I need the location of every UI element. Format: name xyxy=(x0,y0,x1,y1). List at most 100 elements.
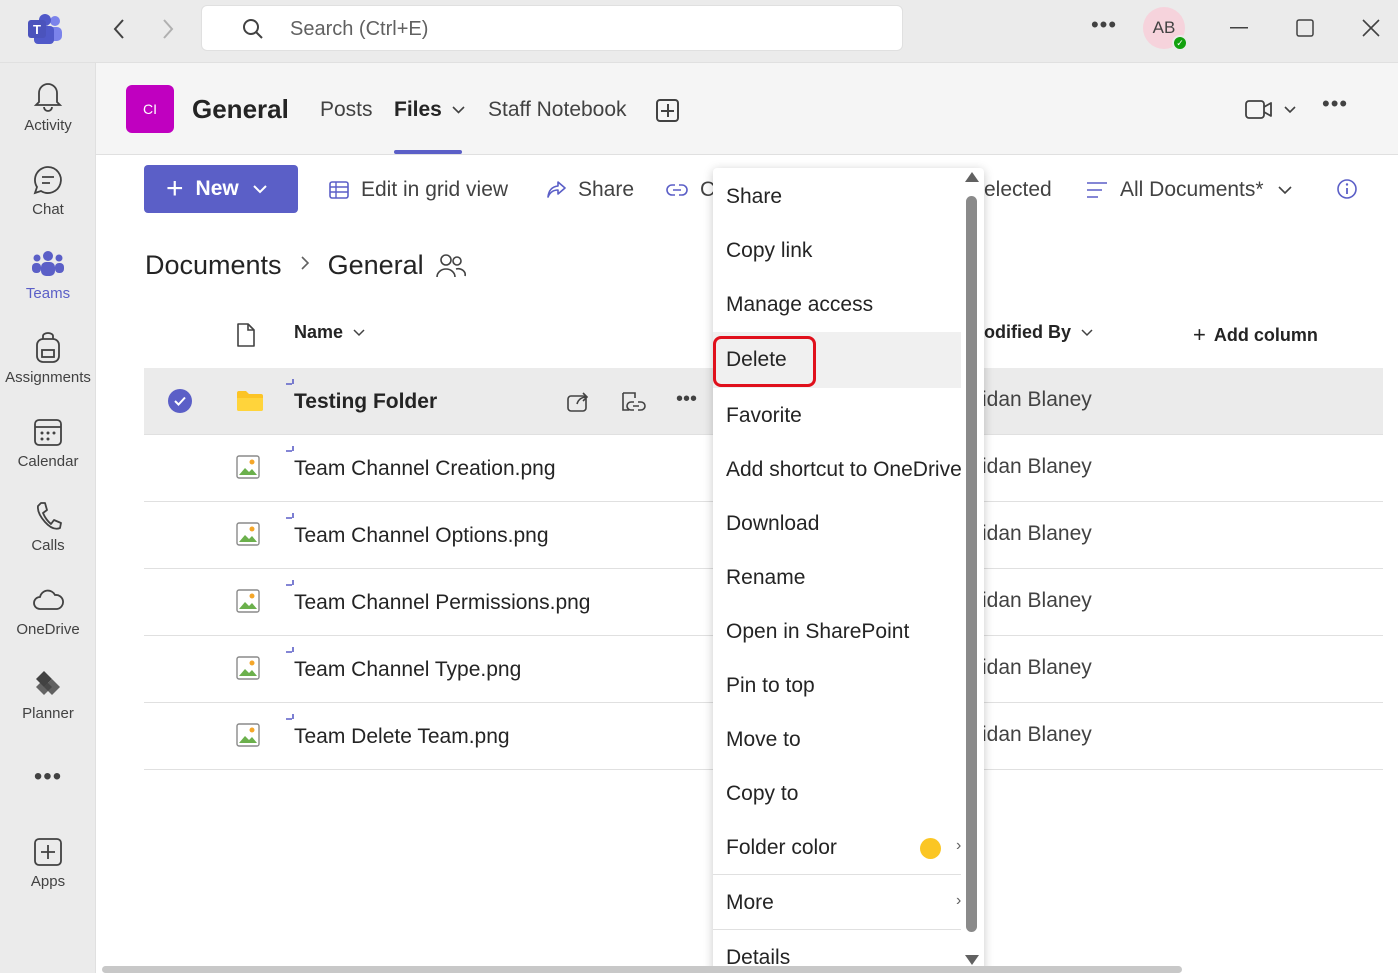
team-avatar[interactable]: CI xyxy=(126,85,174,133)
more-label: More xyxy=(726,891,774,914)
context-menu: Share Copy link Manage access Delete Fav… xyxy=(713,168,984,973)
rail-item-assignments[interactable]: Assignments xyxy=(0,329,96,407)
file-name[interactable]: Team Delete Team.png xyxy=(294,725,510,749)
rail-item-chat[interactable]: Chat xyxy=(0,161,96,239)
rail-item-planner[interactable]: Planner xyxy=(0,665,96,743)
new-button-label: New xyxy=(195,177,239,200)
modified-by: idan Blaney xyxy=(982,522,1092,545)
meet-button[interactable] xyxy=(1244,98,1302,127)
avatar[interactable]: AB ✓ xyxy=(1143,7,1188,51)
edit-grid-view-button[interactable]: Edit in grid view xyxy=(329,178,508,202)
search-box[interactable] xyxy=(201,5,903,51)
menu-item-copy-to[interactable]: Copy to xyxy=(713,767,961,821)
column-header-name[interactable]: Name xyxy=(294,322,365,343)
breadcrumb-general: General xyxy=(327,250,424,280)
menu-item-folder-color[interactable]: Folder color › xyxy=(713,821,961,875)
bell-icon xyxy=(31,79,65,113)
maximize-icon[interactable] xyxy=(1290,13,1320,43)
file-name[interactable]: Testing Folder xyxy=(294,390,437,414)
chevron-down-icon xyxy=(1277,185,1292,194)
svg-text:T: T xyxy=(33,22,41,37)
selected-count[interactable]: elected xyxy=(984,178,1052,202)
submenu-chevron-icon: › xyxy=(956,837,962,854)
add-tab-icon[interactable] xyxy=(656,99,679,122)
people-icon[interactable] xyxy=(435,252,466,280)
column-modified-by-label: odified By xyxy=(984,322,1072,342)
file-name[interactable]: Team Channel Options.png xyxy=(294,524,549,548)
image-file-icon xyxy=(236,723,260,752)
add-column-button[interactable]: + Add column xyxy=(1193,322,1318,348)
image-file-icon xyxy=(236,522,260,551)
menu-item-move-to[interactable]: Move to xyxy=(713,713,961,767)
rail-item-onedrive[interactable]: OneDrive xyxy=(0,581,96,659)
breadcrumb: Documents General xyxy=(145,250,466,281)
menu-item-share[interactable]: Share xyxy=(713,170,961,224)
share-button[interactable]: Share xyxy=(546,178,634,202)
rail-label: Planner xyxy=(22,705,74,722)
menu-item-download[interactable]: Download xyxy=(713,497,961,551)
back-icon[interactable] xyxy=(106,16,132,42)
backpack-icon xyxy=(31,331,65,365)
copy-link-button[interactable]: C xyxy=(666,178,715,202)
info-button[interactable] xyxy=(1336,178,1358,200)
app-rail: Activity Chat Teams Assignments Calendar… xyxy=(0,63,96,973)
copy-link-icon[interactable] xyxy=(620,390,646,419)
chevron-right-icon xyxy=(300,254,310,277)
tab-files-label: Files xyxy=(394,98,442,121)
menu-item-pin-to-top[interactable]: Pin to top xyxy=(713,659,961,713)
plus-icon: + xyxy=(166,172,184,205)
scroll-down-arrow-icon[interactable] xyxy=(965,955,979,965)
rail-item-teams[interactable]: Teams xyxy=(0,245,96,323)
tab-staff-notebook[interactable]: Staff Notebook xyxy=(488,98,627,122)
teams-logo-icon: T xyxy=(26,12,64,46)
menu-scrollbar-thumb[interactable] xyxy=(966,196,977,932)
minimize-icon[interactable] xyxy=(1224,13,1254,43)
file-name[interactable]: Team Channel Permissions.png xyxy=(294,591,590,615)
file-type-column-icon[interactable] xyxy=(236,322,256,348)
forward-icon[interactable] xyxy=(155,16,181,42)
menu-item-rename[interactable]: Rename xyxy=(713,551,961,605)
calendar-icon xyxy=(31,415,65,449)
view-selector[interactable]: All Documents* xyxy=(1086,178,1292,202)
menu-item-add-shortcut[interactable]: Add shortcut to OneDrive xyxy=(713,443,962,497)
rail-item-calendar[interactable]: Calendar xyxy=(0,413,96,491)
channel-more-icon[interactable]: ••• xyxy=(1322,91,1348,117)
menu-item-manage-access[interactable]: Manage access xyxy=(713,278,961,332)
tab-posts[interactable]: Posts xyxy=(320,98,373,122)
column-header-modified-by[interactable]: odified By xyxy=(984,322,1093,343)
menu-item-favorite[interactable]: Favorite xyxy=(713,389,961,443)
more-options-icon[interactable]: ••• xyxy=(1090,14,1118,42)
file-name[interactable]: Team Channel Type.png xyxy=(294,658,521,682)
checkmark-icon[interactable] xyxy=(168,389,192,413)
scroll-up-arrow-icon[interactable] xyxy=(965,172,979,182)
menu-item-copy-link[interactable]: Copy link xyxy=(713,224,961,278)
modified-by: idan Blaney xyxy=(982,589,1092,612)
view-label: All Documents* xyxy=(1120,178,1264,201)
rail-item-apps[interactable]: Apps xyxy=(0,833,96,911)
menu-item-open-in-sharepoint[interactable]: Open in SharePoint xyxy=(713,605,961,659)
rail-item-activity[interactable]: Activity xyxy=(0,77,96,155)
grid-icon xyxy=(329,181,349,199)
edit-grid-label: Edit in grid view xyxy=(361,178,509,201)
chevron-down-icon xyxy=(353,328,365,336)
breadcrumb-documents[interactable]: Documents xyxy=(145,250,282,281)
title-bar: T ••• AB ✓ xyxy=(0,0,1398,63)
channel-header: CI General Posts Files Staff Notebook ••… xyxy=(96,63,1398,155)
rail-item-calls[interactable]: Calls xyxy=(0,497,96,575)
horizontal-scrollbar[interactable] xyxy=(102,966,1182,973)
new-button[interactable]: + New xyxy=(144,165,298,213)
video-camera-icon xyxy=(1245,100,1296,119)
menu-divider xyxy=(713,929,961,930)
close-icon[interactable] xyxy=(1356,13,1386,43)
rail-label: Assignments xyxy=(5,369,91,386)
more-apps-icon[interactable]: ••• xyxy=(0,763,96,791)
file-name[interactable]: Team Channel Creation.png xyxy=(294,457,556,481)
menu-item-more[interactable]: More › xyxy=(713,876,961,930)
search-input[interactable] xyxy=(290,14,850,44)
avatar-initials: AB xyxy=(1152,18,1176,37)
share-icon[interactable] xyxy=(567,390,591,417)
folder-icon xyxy=(236,390,264,417)
row-more-icon[interactable]: ••• xyxy=(676,388,697,411)
tab-files[interactable]: Files xyxy=(394,98,465,122)
info-icon xyxy=(1337,179,1357,199)
